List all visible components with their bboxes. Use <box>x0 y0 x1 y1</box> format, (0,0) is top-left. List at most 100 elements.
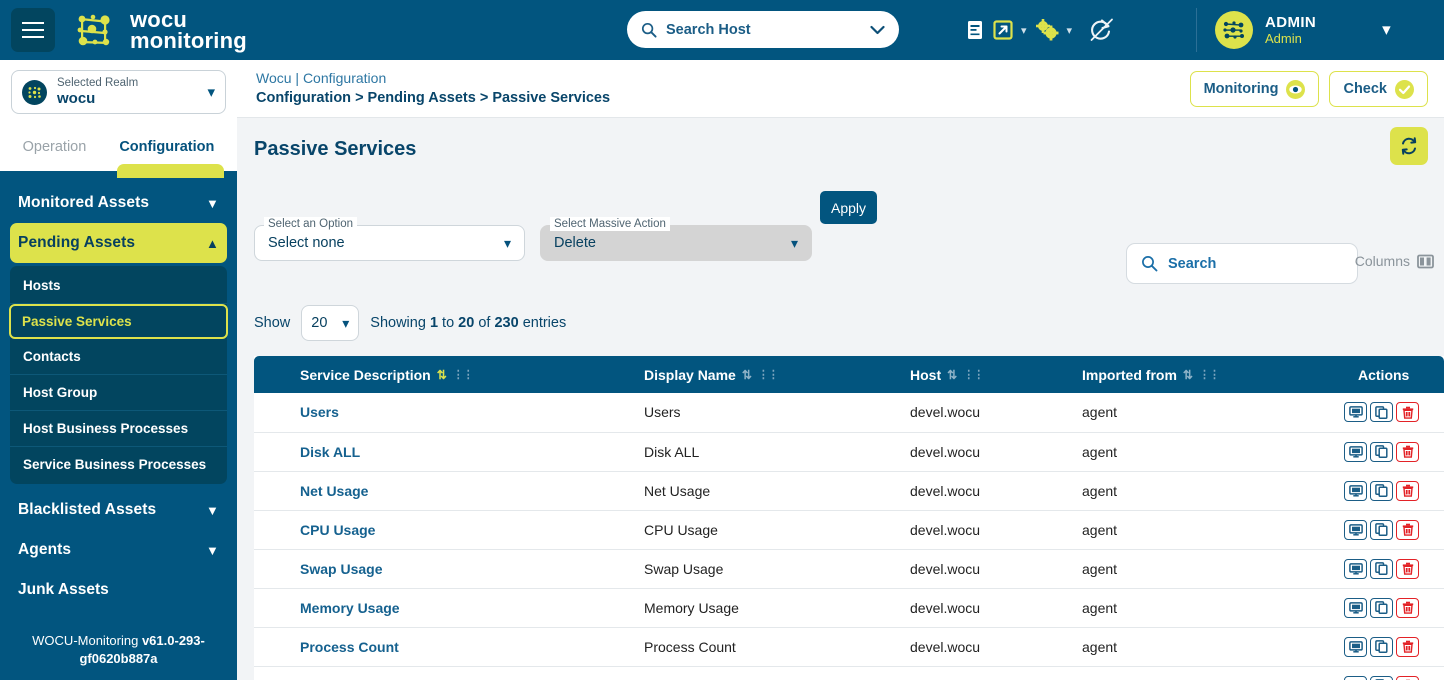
no-refresh-icon[interactable] <box>1087 17 1115 43</box>
sidebar-item-host-group[interactable]: Host Group <box>10 375 227 411</box>
trash-icon-button[interactable] <box>1396 402 1419 423</box>
avatar <box>1215 11 1253 49</box>
cell-imported-from: agent <box>1068 666 1344 680</box>
monitor-icon-button[interactable] <box>1344 558 1367 579</box>
trash-icon-button[interactable] <box>1396 519 1419 540</box>
trash-icon-button[interactable] <box>1396 441 1419 462</box>
row-gutter <box>254 393 286 433</box>
showing-entries-text: Showing 1 to 20 of 230 entries <box>370 315 566 331</box>
search-input[interactable]: Search <box>1126 243 1358 284</box>
service-description-link[interactable]: Process Count <box>300 639 399 655</box>
copy-icon-button[interactable] <box>1370 402 1393 423</box>
sidebar-group-blacklisted-assets[interactable]: Blacklisted Assets ▼ <box>10 490 227 530</box>
chevron-down-icon[interactable]: ▾ <box>791 235 798 252</box>
column-label: Host <box>910 366 942 383</box>
copy-icon-button[interactable] <box>1370 675 1393 680</box>
column-header-imported-from[interactable]: Imported from ⇅ ⋮⋮ <box>1068 356 1344 393</box>
refresh-button[interactable] <box>1390 127 1428 165</box>
chevron-down-icon[interactable]: ▾ <box>504 235 511 252</box>
monitor-icon-button[interactable] <box>1344 519 1367 540</box>
brand-logo[interactable]: wocu monitoring <box>75 8 247 51</box>
search-host-input[interactable]: Search Host <box>627 11 899 48</box>
sidebar-group-pending-assets[interactable]: Pending Assets ▲ <box>10 223 227 263</box>
sidebar-group-monitored-assets[interactable]: Monitored Assets ▼ <box>10 183 227 223</box>
sidebar-group-agents[interactable]: Agents ▼ <box>10 530 227 570</box>
copy-icon-button[interactable] <box>1370 558 1393 579</box>
column-grip-icon[interactable]: ⋮⋮ <box>963 368 984 381</box>
columns-button[interactable]: Columns <box>1355 253 1434 269</box>
monitor-icon-button[interactable] <box>1344 636 1367 657</box>
cell-host: devel.wocu <box>896 393 1068 433</box>
service-description-link[interactable]: Memory Usage <box>300 600 400 616</box>
gears-chevron-down-icon[interactable]: ▾ <box>1067 24 1073 37</box>
realm-selector[interactable]: Selected Realm wocu ▾ <box>11 70 226 114</box>
document-icon[interactable] <box>965 19 985 41</box>
sort-icon[interactable]: ⇅ <box>742 369 752 381</box>
copy-icon-button[interactable] <box>1370 480 1393 501</box>
service-description-link[interactable]: CPU Usage <box>300 522 375 538</box>
sidebar-item-host-business-processes[interactable]: Host Business Processes <box>10 411 227 447</box>
sort-icon[interactable]: ⇅ <box>947 369 957 381</box>
column-header-display-name[interactable]: Display Name ⇅ ⋮⋮ <box>630 356 896 393</box>
hamburger-icon[interactable] <box>11 7 55 52</box>
monitor-icon-button[interactable] <box>1344 480 1367 501</box>
sidebar-item-service-business-processes[interactable]: Service Business Processes <box>10 447 227 482</box>
monitor-icon-button[interactable] <box>1344 402 1367 423</box>
table-body: Users Users devel.wocu agent Disk ALL Disk AL… <box>254 393 1444 680</box>
monitor-icon-button[interactable] <box>1344 675 1367 680</box>
tab-configuration[interactable]: Configuration <box>119 139 214 157</box>
page-head: Passive Services <box>237 118 1444 161</box>
monitoring-button[interactable]: Monitoring <box>1189 71 1320 107</box>
column-grip-icon[interactable]: ⋮⋮ <box>1199 368 1220 381</box>
apply-button[interactable]: Apply <box>820 191 877 224</box>
table-row: Memory Usage Memory Usage devel.wocu agent <box>254 588 1444 628</box>
service-description-link[interactable]: Disk ALL <box>300 444 360 460</box>
service-description-link[interactable]: Users <box>300 404 339 420</box>
trash-icon-button[interactable] <box>1396 675 1419 680</box>
copy-icon-button[interactable] <box>1370 636 1393 657</box>
sort-icon[interactable]: ⇅ <box>1183 369 1193 381</box>
external-link-icon[interactable] <box>992 19 1014 41</box>
external-link-chevron-down-icon[interactable]: ▾ <box>1021 24 1027 37</box>
cell-service-description: Memory Usage <box>286 588 630 628</box>
pagination-controls: Show 20 ▾ Showing 1 to 20 of 230 entries <box>254 305 566 341</box>
tab-operation[interactable]: Operation <box>23 139 87 157</box>
copy-icon-button[interactable] <box>1370 519 1393 540</box>
apply-button-label: Apply <box>830 199 867 216</box>
showing-to: 20 <box>458 315 475 331</box>
realm-chevron-down-icon[interactable]: ▾ <box>207 83 215 101</box>
copy-icon-button[interactable] <box>1370 441 1393 462</box>
trash-icon-button[interactable] <box>1396 558 1419 579</box>
show-entries-select[interactable]: 20 ▾ <box>301 305 360 341</box>
sidebar-item-junk-assets[interactable]: Junk Assets <box>10 570 227 610</box>
monitor-icon-button[interactable] <box>1344 597 1367 618</box>
sidebar-item-passive-services[interactable]: Passive Services <box>9 304 228 339</box>
user-menu[interactable]: ADMIN Admin ▾ <box>1215 0 1391 60</box>
column-header-host[interactable]: Host ⇅ ⋮⋮ <box>896 356 1068 393</box>
trash-icon-button[interactable] <box>1396 597 1419 618</box>
select-an-option[interactable]: Select an Option Select none ▾ <box>254 217 525 261</box>
sidebar-item-contacts[interactable]: Contacts <box>10 339 227 375</box>
trash-icon-button[interactable] <box>1396 636 1419 657</box>
showing-of-word: of <box>474 315 495 331</box>
service-description-link[interactable]: Swap Usage <box>300 561 382 577</box>
trash-icon-button[interactable] <box>1396 480 1419 501</box>
version-prefix: WOCU-Monitoring <box>32 633 142 648</box>
show-label: Show <box>254 315 291 331</box>
row-gutter <box>254 588 286 628</box>
user-chevron-down-icon[interactable]: ▾ <box>1382 20 1391 40</box>
sidebar-item-hosts[interactable]: Hosts <box>10 268 227 304</box>
realm-label: Selected Realm <box>57 77 139 89</box>
monitor-icon-button[interactable] <box>1344 441 1367 462</box>
column-grip-icon[interactable]: ⋮⋮ <box>758 368 779 381</box>
check-button[interactable]: Check <box>1329 71 1428 107</box>
column-header-service-description[interactable]: Service Description ⇅ ⋮⋮ <box>286 356 630 393</box>
copy-icon-button[interactable] <box>1370 597 1393 618</box>
service-description-link[interactable]: Net Usage <box>300 483 368 499</box>
chevron-down-icon[interactable] <box>870 25 885 35</box>
select-massive-action[interactable]: Select Massive Action Delete ▾ <box>540 217 812 261</box>
gears-icon[interactable] <box>1034 18 1060 42</box>
cell-imported-from: agent <box>1068 510 1344 550</box>
sort-icon[interactable]: ⇅ <box>437 369 447 381</box>
column-grip-icon[interactable]: ⋮⋮ <box>453 368 474 381</box>
